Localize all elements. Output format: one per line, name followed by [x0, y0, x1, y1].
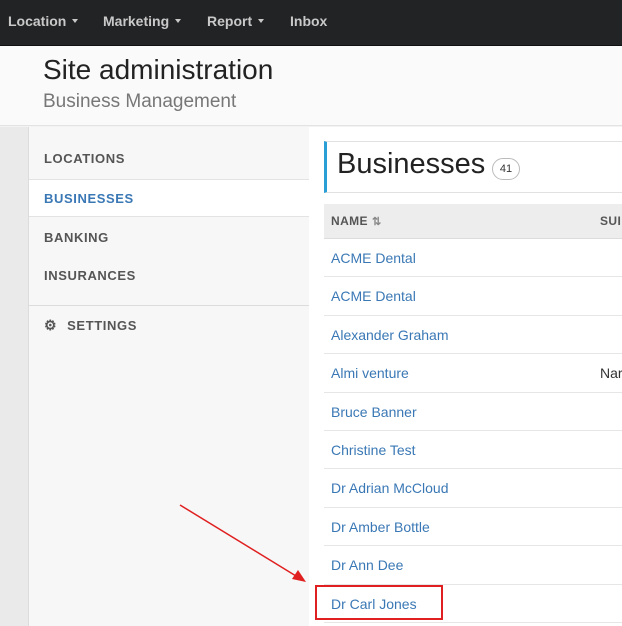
business-name-link[interactable]: Alexander Graham: [331, 316, 449, 354]
nav-location-dropdown[interactable]: Location: [8, 0, 79, 42]
caret-down-icon: [175, 19, 182, 24]
caret-down-icon: [258, 19, 265, 24]
business-name-link[interactable]: ACME Dental: [331, 239, 416, 277]
page-header: Site administration Business Management: [0, 46, 622, 126]
sidebar-item-label: BANKING: [44, 230, 109, 245]
table-row: ACME Dental: [324, 277, 622, 316]
nav-inbox-link[interactable]: Inbox: [290, 0, 327, 42]
table-row: Dr Ann Dee: [324, 546, 622, 585]
nav-report-dropdown[interactable]: Report: [207, 0, 265, 42]
business-name-link[interactable]: Dr Carl Jones: [331, 585, 417, 623]
businesses-table: NAME ⇅ SUI ACME Dental ACME Dental Alexan…: [324, 204, 622, 623]
table-header: NAME ⇅ SUI: [324, 204, 622, 239]
column-header-label: NAME: [331, 214, 368, 228]
sidebar-item-settings[interactable]: ⚙ SETTINGS: [29, 306, 309, 344]
section-title: Businesses: [337, 148, 486, 180]
table-row: Dr Amber Bottle: [324, 507, 622, 547]
sidebar: LOCATIONS BUSINESSES BANKING INSURANCES …: [29, 127, 309, 626]
table-row: ACME Dental: [324, 239, 622, 278]
sidebar-item-banking[interactable]: BANKING: [29, 219, 309, 257]
sidebar-item-label: BUSINESSES: [44, 191, 134, 206]
table-row: Alexander Graham: [324, 315, 622, 355]
top-navbar: Location Marketing Report Inbox: [0, 0, 622, 46]
nav-inbox-label: Inbox: [290, 13, 328, 29]
table-row: Dr Adrian McCloud: [324, 469, 622, 508]
nav-marketing-dropdown[interactable]: Marketing: [103, 0, 182, 42]
column-header-name[interactable]: NAME ⇅: [331, 204, 382, 240]
business-name-link[interactable]: ACME Dental: [331, 277, 416, 315]
business-name-link[interactable]: Bruce Banner: [331, 393, 417, 431]
table-row: Almi venture Nar: [324, 354, 622, 393]
business-sub-cell: Nar: [600, 365, 622, 382]
count-badge: 41: [492, 158, 520, 180]
section-title-card: Businesses 41: [324, 141, 622, 193]
left-gutter: [0, 127, 29, 626]
main-content: Businesses 41 NAME ⇅ SUI ACME Dental ACME…: [309, 127, 622, 626]
sidebar-item-label: SETTINGS: [67, 318, 137, 333]
page-title: Site administration: [43, 54, 274, 85]
nav-report-label: Report: [207, 13, 253, 29]
business-name-link[interactable]: Dr Adrian McCloud: [331, 469, 449, 507]
table-row: Christine Test: [324, 430, 622, 470]
nav-location-label: Location: [8, 13, 67, 29]
sidebar-item-businesses[interactable]: BUSINESSES: [29, 179, 309, 217]
page-subtitle: Business Management: [43, 91, 237, 112]
business-name-link[interactable]: Christine Test: [331, 431, 416, 469]
business-name-link[interactable]: Almi venture: [331, 354, 409, 392]
sort-ascending-icon: ⇅: [371, 216, 382, 228]
table-row: Bruce Banner: [324, 392, 622, 431]
caret-down-icon: [72, 19, 79, 24]
gear-icon: ⚙: [44, 317, 58, 333]
sidebar-item-label: INSURANCES: [44, 268, 136, 283]
table-row: Dr Carl Jones: [324, 584, 622, 623]
nav-marketing-label: Marketing: [103, 13, 170, 29]
business-name-link[interactable]: Dr Amber Bottle: [331, 508, 430, 546]
column-header-label: SUI: [600, 214, 622, 228]
sidebar-item-label: LOCATIONS: [44, 151, 125, 166]
sidebar-item-locations[interactable]: LOCATIONS: [29, 140, 309, 178]
column-header-sub[interactable]: SUI: [600, 204, 621, 239]
sidebar-item-insurances[interactable]: INSURANCES: [29, 257, 309, 295]
business-name-link[interactable]: Dr Ann Dee: [331, 546, 403, 584]
